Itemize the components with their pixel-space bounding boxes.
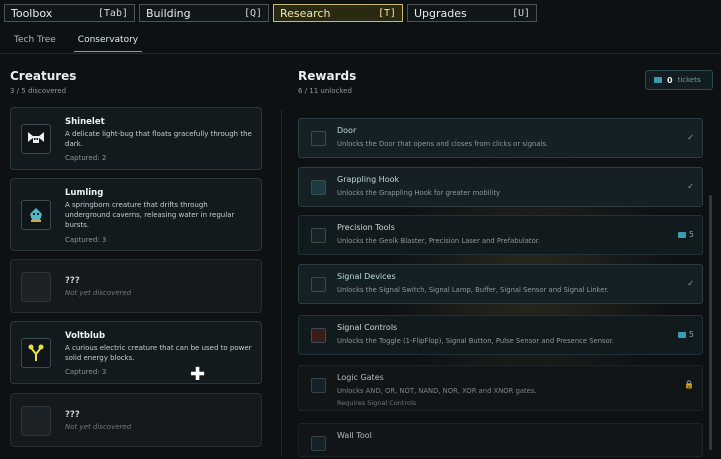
creatures-discovered-count: 3 / 5 discovered — [10, 87, 67, 95]
reward-name: Grappling Hook — [337, 175, 400, 184]
wall-tool-icon — [311, 436, 326, 451]
reward-description: Unlocks the Toggle (1-FlipFlop), Signal … — [337, 337, 615, 345]
tab-shortcut: [Q] — [243, 7, 262, 19]
signal-controls-icon — [311, 328, 326, 343]
precision-tools-icon — [311, 228, 326, 243]
tab-label: Toolbox — [11, 6, 53, 20]
rewards-unlocked-count: 6 / 11 unlocked — [298, 87, 352, 95]
signal-devices-icon — [311, 277, 326, 292]
unknown-creature-icon — [21, 406, 51, 436]
reward-cost-value: 5 — [688, 230, 694, 239]
creature-description: A curious electric creature that can be … — [65, 344, 252, 362]
reward-cost-value: 5 — [688, 330, 694, 339]
sub-tab-bar: Tech Tree Conservatory — [10, 32, 143, 52]
cursor-crosshair-icon: ✚ — [190, 364, 206, 385]
reward-name: Precision Tools — [337, 223, 395, 232]
creature-card-undiscovered[interactable]: ??? Not yet discovered — [10, 259, 262, 313]
tab-toolbox[interactable]: Toolbox [Tab] — [4, 4, 135, 22]
column-divider — [281, 110, 282, 455]
ticket-icon — [677, 331, 686, 338]
tab-label: Upgrades — [414, 6, 467, 20]
reward-wall-tool[interactable]: Wall Tool — [298, 423, 703, 457]
reward-cost: 5 — [677, 230, 694, 239]
ticket-icon — [677, 231, 686, 238]
tab-tech-tree[interactable]: Tech Tree — [10, 32, 60, 52]
tab-shortcut: [Tab] — [97, 7, 128, 19]
tab-shortcut: [T] — [377, 7, 396, 19]
creature-name: ??? — [65, 410, 80, 420]
reward-signal-devices[interactable]: Signal Devices Unlocks the Signal Switch… — [298, 264, 703, 304]
reward-signal-controls[interactable]: Signal Controls Unlocks the Toggle (1-Fl… — [298, 315, 703, 355]
reward-description: Unlocks the Grappling Hook for greater m… — [337, 189, 501, 197]
unknown-creature-icon — [21, 272, 51, 302]
grappling-hook-icon — [311, 180, 326, 195]
creature-description: A springborn creature that drifts throug… — [65, 201, 235, 229]
tab-research[interactable]: Research [T] — [273, 4, 403, 22]
creature-description: A delicate light-bug that floats gracefu… — [65, 130, 252, 148]
door-icon — [311, 131, 326, 146]
reward-name: Signal Devices — [337, 272, 396, 281]
creature-captured-count: Captured: 2 — [65, 154, 107, 162]
creature-card-shinelet[interactable]: Shinelet A delicate light-bug that float… — [10, 107, 262, 170]
reward-description: Unlocks AND, OR, NOT, NAND, NOR, XOR and… — [337, 387, 537, 395]
reward-grappling-hook[interactable]: Grappling Hook Unlocks the Grappling Hoo… — [298, 167, 703, 207]
creature-card-undiscovered[interactable]: ??? Not yet discovered — [10, 393, 262, 447]
tab-conservatory[interactable]: Conservatory — [73, 32, 143, 52]
creature-card-lumling[interactable]: Lumling A springborn creature that drift… — [10, 178, 262, 251]
creature-name: ??? — [65, 276, 80, 286]
reward-precision-tools[interactable]: Precision Tools Unlocks the Geolk Blaste… — [298, 215, 703, 255]
creature-undiscovered-label: Not yet discovered — [65, 423, 132, 431]
reward-requirement: Requires Signal Controls — [337, 399, 417, 407]
reward-description: Unlocks the Geolk Blaster, Precision Las… — [337, 237, 541, 245]
reward-logic-gates[interactable]: Logic Gates Unlocks AND, OR, NOT, NAND, … — [298, 365, 703, 411]
creature-card-voltblub[interactable]: Voltblub A curious electric creature tha… — [10, 321, 262, 384]
reward-name: Logic Gates — [337, 373, 384, 382]
tickets-count: 0 — [667, 75, 673, 85]
tab-upgrades[interactable]: Upgrades [U] — [407, 4, 537, 22]
logic-gates-icon — [311, 378, 326, 393]
checkmark-icon: ✓ — [687, 182, 694, 191]
checkmark-icon: ✓ — [687, 133, 694, 142]
lock-icon: 🔒 — [684, 380, 694, 389]
creatures-title: Creatures — [10, 69, 77, 83]
voltblub-icon — [21, 338, 51, 368]
reward-cost: 5 — [677, 330, 694, 339]
rewards-title: Rewards — [298, 69, 357, 83]
tab-building[interactable]: Building [Q] — [139, 4, 269, 22]
lumling-icon — [21, 200, 51, 230]
reward-description: Unlocks the Signal Switch, Signal Lamp, … — [337, 286, 609, 294]
creature-name: Voltblub — [65, 331, 106, 341]
tab-label: Building — [146, 6, 191, 20]
creature-undiscovered-label: Not yet discovered — [65, 289, 132, 297]
reward-description: Unlocks the Door that opens and closes f… — [337, 140, 549, 148]
creature-captured-count: Captured: 3 — [65, 368, 107, 376]
reward-name: Wall Tool — [337, 431, 372, 440]
shinelet-icon — [21, 124, 51, 154]
tickets-counter: 0 tickets — [645, 70, 713, 90]
header-divider — [0, 53, 721, 54]
ticket-icon — [654, 77, 662, 83]
creature-name: Shinelet — [65, 117, 105, 127]
tickets-label: tickets — [677, 76, 701, 84]
top-tab-bar: Toolbox [Tab] Building [Q] Research [T] … — [4, 4, 537, 22]
reward-name: Door — [337, 126, 357, 135]
checkmark-icon: ✓ — [687, 279, 694, 288]
reward-door[interactable]: Door Unlocks the Door that opens and clo… — [298, 118, 703, 158]
tab-label: Research — [280, 6, 331, 20]
creature-captured-count: Captured: 3 — [65, 236, 107, 244]
reward-name: Signal Controls — [337, 323, 398, 332]
rewards-scrollbar[interactable] — [709, 195, 712, 450]
creature-name: Lumling — [65, 188, 104, 198]
tab-shortcut: [U] — [511, 7, 530, 19]
